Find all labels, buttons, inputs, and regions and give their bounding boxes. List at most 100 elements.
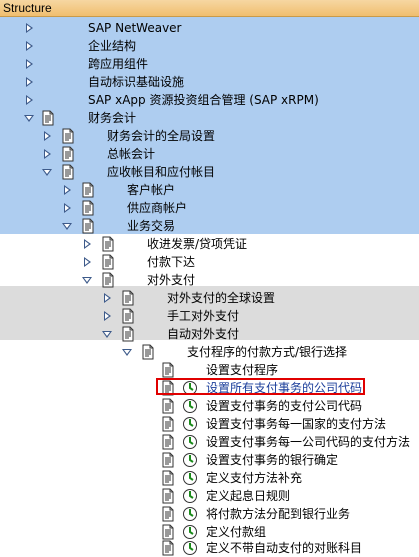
tree-node-label: 将付款方法分配到银行业务 bbox=[206, 507, 351, 521]
expand-arrow-icon[interactable] bbox=[44, 149, 51, 159]
collapse-arrow-icon[interactable] bbox=[42, 169, 52, 176]
document-icon bbox=[162, 540, 174, 556]
tree-node-label: 业务交易 bbox=[127, 219, 176, 233]
document-icon bbox=[162, 470, 174, 486]
document-icon bbox=[122, 326, 134, 342]
tree-node-label: 自动对外支付 bbox=[167, 327, 240, 341]
tree-node-financial-accounting[interactable]: 财务会计 bbox=[0, 109, 419, 127]
document-icon bbox=[102, 254, 114, 270]
document-icon bbox=[122, 290, 134, 306]
execute-clock-icon[interactable] bbox=[182, 398, 198, 414]
document-icon bbox=[162, 398, 174, 414]
tree-node-cross-application[interactable]: 跨应用组件 bbox=[0, 55, 419, 73]
expand-arrow-icon[interactable] bbox=[64, 203, 71, 213]
tree-node-label: 收进发票/贷项凭证 bbox=[147, 237, 248, 251]
tree-node-label: 财务会计 bbox=[88, 111, 137, 125]
tree-leaf-set-up-payment-program[interactable]: 设置支付程序 bbox=[0, 361, 419, 379]
tree-node-label: 对外支付的全球设置 bbox=[167, 291, 276, 305]
tree-node-automatic-outgoing[interactable]: 自动对外支付 bbox=[0, 325, 419, 343]
tree-node-label: SAP NetWeaver bbox=[88, 21, 182, 35]
execute-clock-icon[interactable] bbox=[182, 506, 198, 522]
document-icon bbox=[142, 344, 154, 360]
expand-arrow-icon[interactable] bbox=[84, 257, 91, 267]
tree-node-label: 供应商帐户 bbox=[127, 201, 188, 215]
execute-clock-icon[interactable] bbox=[182, 416, 198, 432]
expand-arrow-icon[interactable] bbox=[104, 311, 111, 321]
expand-arrow-icon[interactable] bbox=[44, 131, 51, 141]
tree-node-label: 自动标识基础设施 bbox=[88, 75, 185, 89]
document-icon bbox=[162, 416, 174, 432]
execute-clock-icon[interactable] bbox=[182, 470, 198, 486]
execute-clock-icon[interactable] bbox=[182, 524, 198, 540]
expand-arrow-icon[interactable] bbox=[64, 185, 71, 195]
tree-leaf-payment-methods-per-country[interactable]: 设置支付事务每一国家的支付方法 bbox=[0, 415, 419, 433]
tree-node-payment-method-bank-selection[interactable]: 支付程序的付款方式/银行选择 bbox=[0, 343, 419, 361]
tree-node-label: 定义付款组 bbox=[206, 525, 267, 539]
tree-node-label: 跨应用组件 bbox=[88, 57, 149, 71]
execute-clock-icon[interactable] bbox=[182, 540, 198, 556]
document-icon bbox=[162, 452, 174, 468]
collapse-arrow-icon[interactable] bbox=[122, 349, 132, 356]
tree-node-ar-ap[interactable]: 应收帐目和应付帐目 bbox=[0, 163, 419, 181]
tree-leaf-payment-methods-per-company-code[interactable]: 设置支付事务每一公司代码的支付方法 bbox=[0, 433, 419, 451]
tree-leaf-clearing-accounts[interactable]: 定义不带自动支付的对账科目 bbox=[0, 539, 419, 557]
tree-node-label: 定义起息日规则 bbox=[206, 489, 291, 503]
document-icon bbox=[162, 488, 174, 504]
tree-node-fi-global-settings[interactable]: 财务会计的全局设置 bbox=[0, 127, 419, 145]
tree-node-payment-release[interactable]: 付款下达 bbox=[0, 253, 419, 271]
expand-arrow-icon[interactable] bbox=[26, 59, 33, 69]
execute-clock-icon[interactable] bbox=[182, 488, 198, 504]
execute-clock-icon[interactable] bbox=[182, 434, 198, 450]
document-icon bbox=[62, 164, 74, 180]
tree-node-label: 定义不带自动支付的对账科目 bbox=[206, 541, 363, 555]
expand-arrow-icon[interactable] bbox=[26, 95, 33, 105]
tree-leaf-bank-determination[interactable]: 设置支付事务的银行确定 bbox=[0, 451, 419, 469]
tree-node-incoming-invoices[interactable]: 收进发票/贷项凭证 bbox=[0, 235, 419, 253]
tree-node-label: 设置支付事务每一国家的支付方法 bbox=[206, 417, 387, 431]
tree-node-auto-id[interactable]: 自动标识基础设施 bbox=[0, 73, 419, 91]
execute-clock-icon[interactable] bbox=[182, 452, 198, 468]
tree-node-label: 企业结构 bbox=[88, 39, 137, 53]
tree-node-label: 总帐会计 bbox=[107, 147, 156, 161]
tree-node-label: 应收帐目和应付帐目 bbox=[107, 165, 216, 179]
document-icon bbox=[162, 524, 174, 540]
expand-arrow-icon[interactable] bbox=[104, 293, 111, 303]
tree-node-business-transactions[interactable]: 业务交易 bbox=[0, 217, 419, 235]
tree-leaf-assign-payment-method-bank[interactable]: 将付款方法分配到银行业务 bbox=[0, 505, 419, 523]
tree-node-customer-accounts[interactable]: 客户帐户 bbox=[0, 181, 419, 199]
collapse-arrow-icon[interactable] bbox=[62, 223, 72, 230]
red-highlight-box bbox=[156, 378, 365, 395]
tree-leaf-value-date-rules[interactable]: 定义起息日规则 bbox=[0, 487, 419, 505]
tree-leaf-paying-company-codes[interactable]: 设置支付事务的支付公司代码 bbox=[0, 397, 419, 415]
tree-node-label: 设置支付事务每一公司代码的支付方法 bbox=[206, 435, 411, 449]
document-icon bbox=[82, 182, 94, 198]
structure-header-title: Structure bbox=[3, 1, 52, 15]
expand-arrow-icon[interactable] bbox=[84, 239, 91, 249]
tree-node-label: 对外支付 bbox=[147, 273, 196, 287]
tree-node-manual-outgoing[interactable]: 手工对外支付 bbox=[0, 307, 419, 325]
tree-node-sap-netweaver[interactable]: SAP NetWeaver bbox=[0, 19, 419, 37]
tree-node-label: 设置支付事务的银行确定 bbox=[206, 453, 339, 467]
tree-node-enterprise-structure[interactable]: 企业结构 bbox=[0, 37, 419, 55]
tree-leaf-payment-method-supplement[interactable]: 定义支付方法补充 bbox=[0, 469, 419, 487]
tree-node-label: 定义支付方法补充 bbox=[206, 471, 303, 485]
tree-node-outgoing-payments[interactable]: 对外支付 bbox=[0, 271, 419, 289]
tree-node-label: 设置支付程序 bbox=[206, 363, 279, 377]
document-icon bbox=[82, 218, 94, 234]
tree-node-label: 设置支付事务的支付公司代码 bbox=[206, 399, 363, 413]
collapse-arrow-icon[interactable] bbox=[24, 115, 34, 122]
collapse-arrow-icon[interactable] bbox=[82, 277, 92, 284]
tree-node-sap-xrpm[interactable]: SAP xApp 资源投资组合管理 (SAP xRPM) bbox=[0, 91, 419, 109]
tree-node-outgoing-global-settings[interactable]: 对外支付的全球设置 bbox=[0, 289, 419, 307]
expand-arrow-icon[interactable] bbox=[26, 41, 33, 51]
tree-node-label: 支付程序的付款方式/银行选择 bbox=[187, 345, 348, 359]
tree-node-vendor-accounts[interactable]: 供应商帐户 bbox=[0, 199, 419, 217]
expand-arrow-icon[interactable] bbox=[26, 23, 33, 33]
collapse-arrow-icon[interactable] bbox=[102, 331, 112, 338]
document-icon bbox=[42, 110, 54, 126]
document-icon bbox=[102, 272, 114, 288]
tree-node-general-ledger[interactable]: 总帐会计 bbox=[0, 145, 419, 163]
tree-node-label: 付款下达 bbox=[147, 255, 196, 269]
expand-arrow-icon[interactable] bbox=[26, 77, 33, 87]
document-icon bbox=[122, 308, 134, 324]
